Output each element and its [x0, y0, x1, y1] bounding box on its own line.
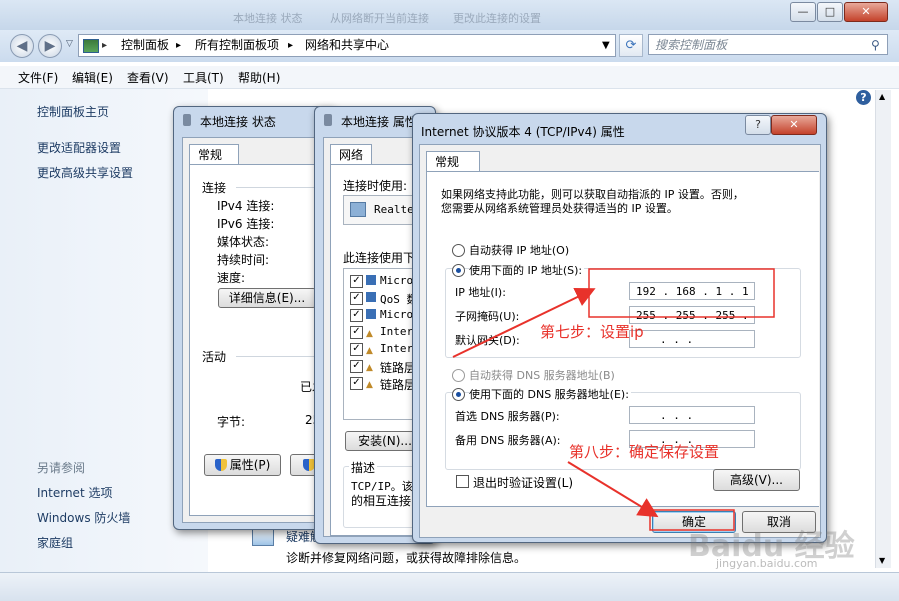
annotation-overlay	[452, 268, 775, 531]
ip-highlight-box	[588, 268, 775, 318]
step7-annotation: 第七步：设置ip	[540, 323, 644, 341]
step8-annotation: 第八步：确定保存设置	[569, 443, 720, 461]
step8-arrow	[567, 461, 659, 518]
watermark-url: jingyan.baidu.com	[716, 557, 818, 570]
